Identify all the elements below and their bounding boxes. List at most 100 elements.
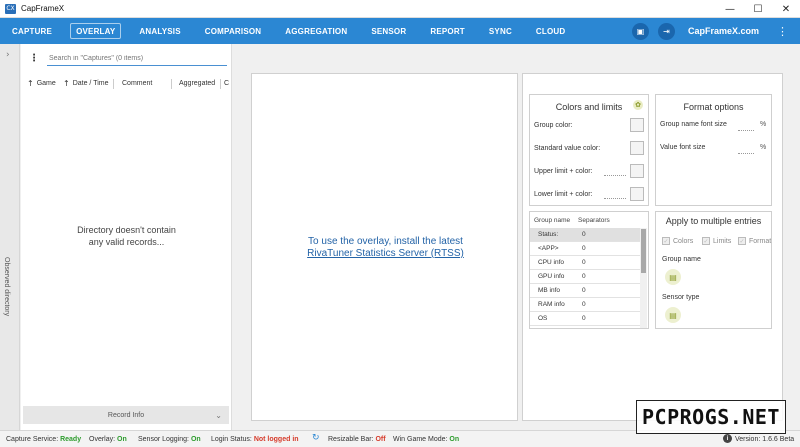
colors-checkbox[interactable]: ✓ Colors bbox=[662, 237, 693, 245]
apply-multiple-title: Apply to multiple entries bbox=[665, 216, 762, 226]
camera-icon: ▣ bbox=[636, 26, 645, 36]
captures-search-input[interactable] bbox=[47, 52, 227, 66]
row-separators: 0 bbox=[582, 301, 586, 308]
column-comment-label: Comment bbox=[122, 79, 153, 87]
checkbox-icon: ✓ bbox=[702, 237, 710, 245]
overlay-preview-panel: To use the overlay, install the latest R… bbox=[251, 73, 518, 421]
standard-color-swatch[interactable] bbox=[630, 141, 644, 155]
info-icon[interactable]: i bbox=[723, 434, 732, 443]
captures-panel: ⋮ ↑Game ↑Date / Time Comment Aggregated … bbox=[21, 44, 232, 430]
record-info-expander[interactable]: Record Info ⌄ bbox=[23, 406, 229, 424]
table-row[interactable]: OS 0 bbox=[530, 312, 642, 326]
rtss-message-line: To use the overlay, install the latest bbox=[308, 236, 463, 247]
win-game-mode-status: Win Game Mode: On bbox=[393, 436, 459, 443]
table-row[interactable]: GPU info 0 bbox=[530, 270, 642, 284]
value-font-unit: % bbox=[760, 144, 767, 151]
menu-right-actions: ▣ ⇥ CapFrameX.com ⋮ bbox=[631, 18, 800, 44]
upper-limit-input[interactable] bbox=[604, 175, 626, 176]
chevron-right-icon[interactable]: › bbox=[6, 50, 10, 60]
overlay-settings-panel: Colors and limits ✿ Group color: Standar… bbox=[522, 73, 783, 421]
scrollbar-thumb[interactable] bbox=[641, 229, 646, 273]
table-row[interactable]: Status: 0 bbox=[530, 228, 642, 242]
table-row[interactable]: CPU info 0 bbox=[530, 256, 642, 270]
close-icon[interactable]: ✕ bbox=[772, 0, 800, 18]
group-color-label: Group color: bbox=[534, 122, 573, 129]
row-name: Status: bbox=[538, 231, 559, 238]
tab-analysis[interactable]: ANALYSIS bbox=[127, 18, 192, 44]
column-game[interactable]: ↑ Game bbox=[27, 79, 56, 88]
row-separators: 0 bbox=[582, 259, 586, 266]
screenshot-button[interactable]: ▣ bbox=[631, 22, 649, 40]
login-status-value: Not logged in bbox=[253, 435, 299, 443]
table-row[interactable]: <APP> 0 bbox=[530, 242, 642, 256]
rtss-install-message: To use the overlay, install the latest R… bbox=[252, 236, 519, 260]
apply-group-name-button[interactable]: ▤ bbox=[665, 269, 681, 285]
limits-checkbox-label: Limits bbox=[713, 237, 732, 245]
value-font-size-input[interactable] bbox=[738, 153, 754, 154]
group-color-swatch[interactable] bbox=[630, 118, 644, 132]
column-game-label: Game bbox=[36, 79, 56, 87]
capture-service-value: Ready bbox=[60, 435, 82, 443]
row-name: <APP> bbox=[538, 245, 559, 252]
colors-limits-title: Colors and limits bbox=[555, 102, 623, 112]
brand-link[interactable]: CapFrameX.com bbox=[688, 26, 759, 36]
tab-comparison[interactable]: COMPARISON bbox=[193, 18, 274, 44]
group-font-size-input[interactable] bbox=[738, 130, 754, 131]
apply-sensor-type-button[interactable]: ▤ bbox=[665, 307, 681, 323]
entries-table-header: Group name Separators bbox=[530, 212, 648, 228]
empty-line-1: Directory doesn't contain bbox=[77, 225, 176, 235]
win-game-mode-label: Win Game Mode: bbox=[393, 435, 448, 443]
sensor-logging-status: Sensor Logging: On bbox=[138, 436, 201, 443]
tab-sync[interactable]: SYNC bbox=[477, 18, 524, 44]
upper-limit-label: Upper limit + color: bbox=[534, 168, 593, 175]
upper-limit-swatch[interactable] bbox=[630, 164, 644, 178]
captures-menu-icon[interactable]: ⋮ bbox=[29, 53, 39, 64]
table-row[interactable]: RAM info 0 bbox=[530, 298, 642, 312]
column-date-time[interactable]: ↑ Date / Time bbox=[63, 79, 109, 88]
sensor-type-label: Sensor type bbox=[662, 294, 700, 301]
login-status: Login Status: Not logged in bbox=[211, 436, 299, 443]
version-label: Version: 1.6.6 Beta bbox=[735, 435, 795, 443]
lower-limit-input[interactable] bbox=[604, 198, 626, 199]
rtss-link[interactable]: RivaTuner Statistics Server (RTSS) bbox=[252, 248, 519, 260]
format-checkbox[interactable]: ✓ Format bbox=[738, 237, 771, 245]
format-checkbox-label: Format bbox=[749, 237, 772, 245]
column-aggregated[interactable]: Aggregated bbox=[179, 80, 215, 87]
resizable-bar-status: Resizable Bar: Off bbox=[328, 436, 386, 443]
captures-column-headers: ↑ Game ↑ Date / Time Comment Aggregated C bbox=[21, 77, 232, 89]
win-game-mode-value: On bbox=[449, 435, 460, 443]
empty-line-2: any valid records... bbox=[88, 237, 165, 247]
empty-directory-message: Directory doesn't contain any valid reco… bbox=[21, 224, 232, 248]
entries-scrollbar[interactable] bbox=[640, 228, 647, 328]
more-options-icon[interactable]: ⋮ bbox=[777, 25, 788, 38]
tab-capture[interactable]: CAPTURE bbox=[0, 18, 64, 44]
tab-report[interactable]: REPORT bbox=[418, 18, 477, 44]
apply-icon: ▤ bbox=[669, 310, 677, 320]
login-status-label: Login Status: bbox=[211, 435, 252, 443]
title-bar: CX CapFrameX — ☐ ✕ bbox=[0, 0, 800, 18]
column-c[interactable]: C bbox=[224, 80, 229, 87]
row-name: RAM info bbox=[538, 301, 565, 308]
checkbox-icon: ✓ bbox=[662, 237, 670, 245]
tab-overlay[interactable]: OVERLAY bbox=[64, 18, 127, 44]
login-button[interactable]: ⇥ bbox=[657, 22, 675, 40]
observed-directory-label: Observed directory bbox=[3, 257, 10, 317]
observed-directory-strip[interactable]: › Observed directory bbox=[0, 44, 20, 430]
value-font-size-label: Value font size bbox=[660, 144, 706, 151]
separators-header: Separators bbox=[578, 216, 610, 224]
tab-sensor[interactable]: SENSOR bbox=[359, 18, 418, 44]
maximize-icon[interactable]: ☐ bbox=[744, 0, 772, 18]
tab-cloud[interactable]: CLOUD bbox=[524, 18, 577, 44]
lower-limit-swatch[interactable] bbox=[630, 187, 644, 201]
tab-aggregation[interactable]: AGGREGATION bbox=[273, 18, 359, 44]
column-comment[interactable]: Comment bbox=[122, 80, 152, 87]
column-date-time-label: Date / Time bbox=[72, 79, 109, 87]
table-row[interactable]: MB info 0 bbox=[530, 284, 642, 298]
checkbox-icon: ✓ bbox=[738, 237, 746, 245]
apply-multiple-card: Apply to multiple entries ✓ Colors ✓ Limit… bbox=[655, 211, 772, 329]
limits-checkbox[interactable]: ✓ Limits bbox=[702, 237, 731, 245]
refresh-icon[interactable]: ↻ bbox=[312, 433, 320, 443]
minimize-icon[interactable]: — bbox=[716, 0, 744, 18]
group-name-header: Group name bbox=[534, 216, 571, 224]
settings-icon[interactable]: ✿ bbox=[633, 100, 643, 110]
